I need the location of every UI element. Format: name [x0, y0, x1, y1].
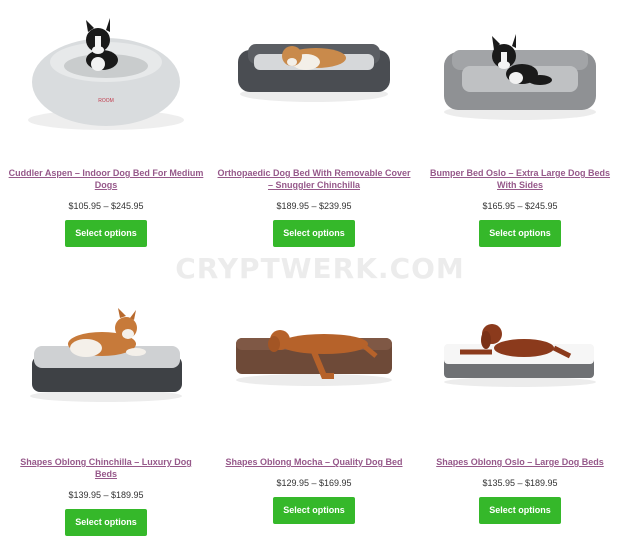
product-grid: ROOM Cuddler Aspen – Indoor Dog Bed For … [0, 0, 640, 537]
product-price: $135.95 – $189.95 [482, 478, 558, 488]
product-price: $129.95 – $169.95 [276, 478, 352, 488]
select-options-button[interactable]: Select options [65, 509, 147, 536]
product-image[interactable] [214, 300, 414, 440]
product-price: $165.95 – $245.95 [482, 201, 558, 211]
product-price: $189.95 – $239.95 [276, 201, 352, 211]
product-title-link[interactable]: Shapes Oblong Oslo – Large Dog Beds [420, 456, 620, 468]
select-options-button[interactable]: Select options [479, 220, 561, 247]
product-title-link[interactable]: Bumper Bed Oslo – Extra Large Dog Beds W… [420, 167, 620, 191]
product-title-link[interactable]: Orthopaedic Dog Bed With Removable Cover… [214, 167, 414, 191]
product-image[interactable] [420, 10, 620, 150]
svg-text:ROOM: ROOM [98, 98, 114, 104]
product-price: $139.95 – $189.95 [68, 490, 144, 500]
watermark: CRYPTWERK.COM [175, 252, 465, 285]
product-card: Orthopaedic Dog Bed With Removable Cover… [214, 10, 414, 247]
product-image[interactable]: ROOM [6, 10, 206, 150]
select-options-button[interactable]: Select options [273, 220, 355, 247]
product-card: Shapes Oblong Chinchilla – Luxury Dog Be… [6, 300, 206, 536]
product-title-link[interactable]: Shapes Oblong Chinchilla – Luxury Dog Be… [6, 456, 206, 480]
product-price: $105.95 – $245.95 [68, 201, 144, 211]
product-title-link[interactable]: Cuddler Aspen – Indoor Dog Bed For Mediu… [6, 167, 206, 191]
select-options-button[interactable]: Select options [65, 220, 147, 247]
product-title-link[interactable]: Shapes Oblong Mocha – Quality Dog Bed [214, 456, 414, 468]
select-options-button[interactable]: Select options [273, 497, 355, 524]
product-image[interactable] [6, 300, 206, 440]
product-card: ROOM Cuddler Aspen – Indoor Dog Bed For … [6, 10, 206, 247]
select-options-button[interactable]: Select options [479, 497, 561, 524]
product-image[interactable] [420, 300, 620, 440]
product-card: Shapes Oblong Oslo – Large Dog Beds $135… [420, 300, 620, 524]
product-card: Bumper Bed Oslo – Extra Large Dog Beds W… [420, 10, 620, 247]
product-card: Shapes Oblong Mocha – Quality Dog Bed $1… [214, 300, 414, 524]
product-image[interactable] [214, 10, 414, 150]
